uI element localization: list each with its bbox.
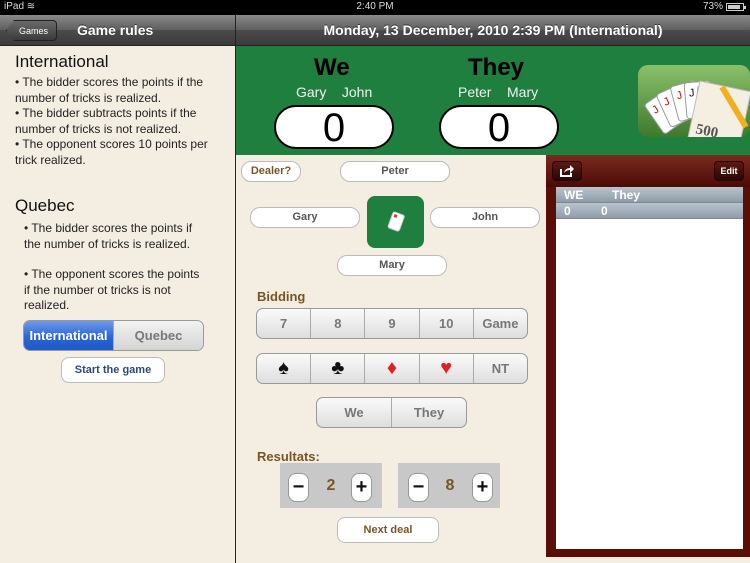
quebec-rule-text-2: • The opponent scores the points if the …: [24, 267, 229, 314]
deck-icon[interactable]: [367, 196, 424, 248]
app-logo-icon: J J J J ♠ 500: [638, 65, 750, 137]
rule-line: number of tricks is realized.: [15, 90, 162, 105]
we-player-names: Gary John: [296, 84, 373, 100]
history-they-value: 0: [601, 204, 608, 218]
no-trump-segment[interactable]: NT: [472, 354, 527, 383]
they-minus-button[interactable]: −: [408, 473, 429, 502]
bidding-label: Bidding: [257, 289, 306, 304]
bidder-team-segmented-control: We They: [316, 397, 467, 428]
they-score: 0: [439, 105, 559, 149]
column-header-we: WE: [564, 188, 584, 202]
we-tricks-value: 2: [326, 477, 336, 494]
international-rule-text: • The bidder scores the points if the nu…: [15, 75, 230, 168]
rules-pane: International • The bidder scores the po…: [0, 46, 235, 563]
they-tricks-stepper: − 8 +: [398, 463, 500, 508]
history-we-value: 0: [564, 204, 571, 218]
they-team-label: They: [468, 54, 525, 81]
they-player-names: Peter Mary: [458, 84, 539, 100]
rule-line: realized.: [24, 298, 70, 312]
history-header-row: WE They: [556, 187, 743, 203]
battery-percent: 73%: [702, 1, 723, 12]
rule-line: the number of tricks is realized.: [24, 236, 191, 251]
battery-icon: [726, 2, 746, 11]
player-east-button[interactable]: John: [430, 207, 540, 228]
share-button[interactable]: [552, 161, 582, 181]
bidder-they-segment[interactable]: They: [391, 398, 466, 427]
suit-segmented-control: ♠ ♣ ♦ ♥ NT: [256, 353, 528, 384]
quebec-rule-title: Quebec: [15, 196, 75, 215]
rules-title: Game rules: [77, 22, 154, 38]
player-west-button[interactable]: Gary: [250, 207, 360, 228]
game-date-title: Monday, 13 December, 2010 2:39 PM (Inter…: [323, 22, 663, 38]
history-row[interactable]: 0 0: [556, 203, 743, 219]
results-label: Resultats:: [257, 449, 320, 464]
we-plus-button[interactable]: +: [351, 473, 372, 502]
clock: 2:40 PM: [356, 1, 394, 12]
column-header-they: They: [612, 188, 641, 202]
rule-line: • The opponent scores the points: [24, 267, 200, 281]
we-tricks-stepper: − 2 +: [280, 463, 382, 508]
tricks-game-segment[interactable]: Game: [472, 309, 527, 338]
spade-icon[interactable]: ♠: [257, 354, 310, 383]
game-content: Dealer? Peter Gary John Mary Bidding 7 8…: [236, 155, 546, 563]
tricks-9-segment[interactable]: 9: [364, 309, 418, 338]
bidder-we-segment[interactable]: We: [317, 398, 391, 427]
rule-line: • The bidder scores the points if: [24, 221, 193, 235]
svg-text:J: J: [688, 87, 695, 99]
rule-line: number of tricks is not realized.: [15, 121, 182, 136]
rule-line: • The bidder subtracts points if the: [15, 106, 197, 120]
player-south-button[interactable]: Mary: [337, 255, 447, 276]
rule-line: if the number ot tricks is not: [24, 282, 171, 297]
rule-line: trick realized.: [15, 152, 86, 167]
we-minus-button[interactable]: −: [288, 473, 309, 502]
they-tricks-value: 8: [445, 477, 455, 494]
next-deal-button[interactable]: Next deal: [337, 517, 439, 543]
scoreboard-header: We Gary John 0 They Peter Mary 0 J J J J…: [236, 46, 750, 155]
mode-quebec-segment[interactable]: Quebec: [113, 321, 203, 350]
game-nav-bar: Monday, 13 December, 2010 2:39 PM (Inter…: [236, 15, 750, 46]
share-icon: [560, 165, 574, 177]
game-mode-segmented-control: International Quebec: [23, 320, 204, 351]
they-plus-button[interactable]: +: [472, 473, 493, 502]
panel-footer-spacer: [546, 557, 750, 563]
tricks-10-segment[interactable]: 10: [418, 309, 473, 338]
diamond-icon[interactable]: ♦: [364, 354, 418, 383]
edit-button[interactable]: Edit: [714, 161, 744, 181]
player-north-button[interactable]: Peter: [340, 161, 450, 182]
status-bar: iPad ≋ 2:40 PM 73%: [0, 0, 750, 15]
quebec-rule-text-1: • The bidder scores the points if the nu…: [24, 221, 229, 252]
we-team-label: We: [314, 54, 350, 81]
tricks-8-segment[interactable]: 8: [310, 309, 364, 338]
start-game-button[interactable]: Start the game: [61, 357, 165, 383]
rule-line: • The bidder scores the points if the: [15, 75, 204, 89]
club-icon[interactable]: ♣: [310, 354, 364, 383]
we-score: 0: [274, 105, 394, 149]
games-back-button[interactable]: Games: [6, 20, 58, 41]
heart-icon[interactable]: ♥: [418, 354, 473, 383]
tricks-segmented-control: 7 8 9 10 Game: [256, 308, 528, 339]
international-rule-title: International: [15, 52, 109, 71]
tricks-7-segment[interactable]: 7: [257, 309, 310, 338]
history-table: WE They 0 0: [556, 187, 743, 549]
rule-line: • The opponent scores 10 points per: [15, 137, 208, 151]
battery-status: 73%: [702, 1, 746, 12]
score-history-panel: Edit WE They 0 0: [546, 155, 750, 557]
history-toolbar: Edit: [546, 155, 750, 187]
dealer-button[interactable]: Dealer?: [241, 161, 301, 182]
mode-international-segment[interactable]: International: [24, 321, 113, 350]
rules-nav-bar: Games Game rules: [0, 15, 235, 46]
